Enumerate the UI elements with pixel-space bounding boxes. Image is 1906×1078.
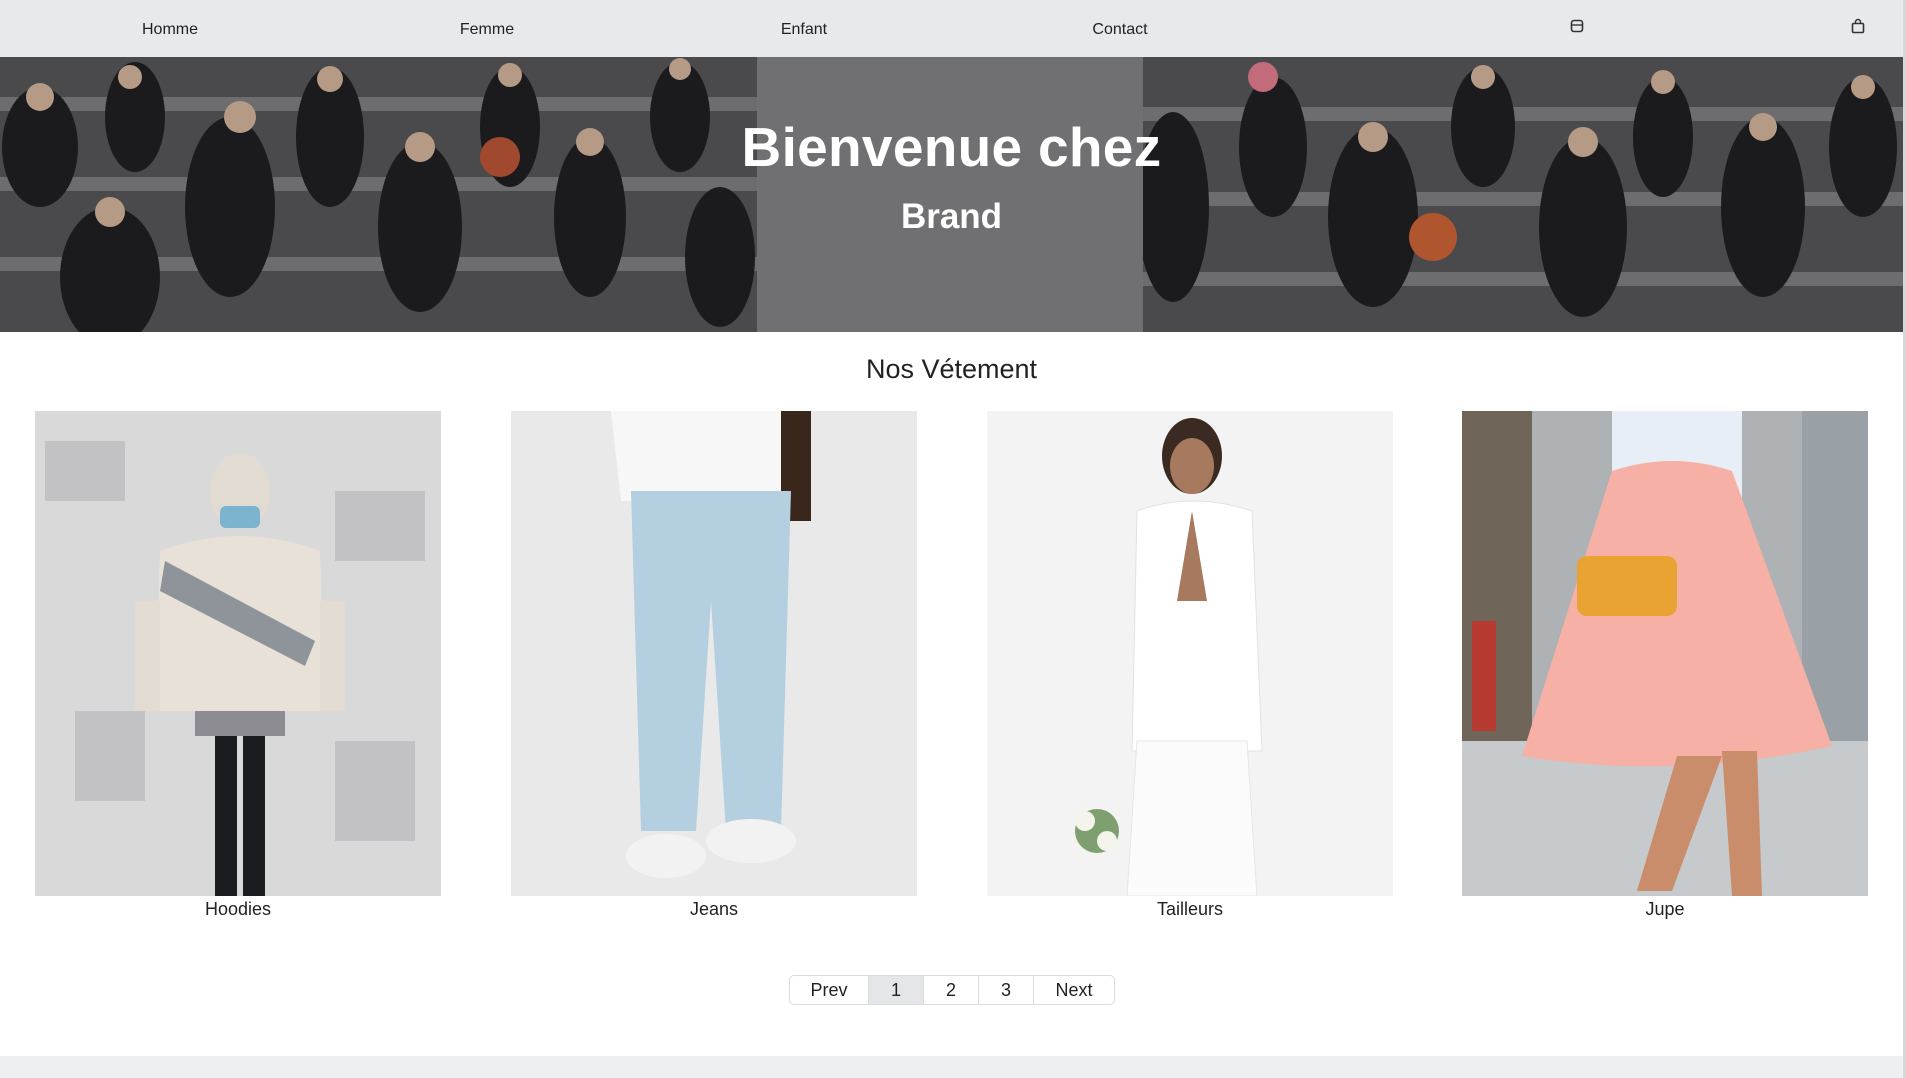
skirt-photo[interactable] [1462, 411, 1868, 896]
product-card-jupe[interactable]: Jupe [1462, 411, 1868, 924]
product-label[interactable]: Hoodies [35, 899, 441, 920]
page-button-2[interactable]: 2 [923, 976, 978, 1004]
hoodie-photo[interactable] [35, 411, 441, 896]
product-card-tailleurs[interactable]: Tailleurs [987, 411, 1393, 924]
product-label[interactable]: Jeans [511, 899, 917, 920]
hero-subtitle: Brand [900, 197, 1003, 236]
hero-overlay [757, 57, 1143, 332]
footer [0, 1056, 1906, 1078]
product-label[interactable]: Jupe [1462, 899, 1868, 920]
shopping-bag-icon[interactable] [1849, 17, 1867, 35]
page-button-1[interactable]: 1 [868, 976, 923, 1004]
page-button-3[interactable]: 3 [978, 976, 1033, 1004]
nav-link-homme[interactable]: Homme [90, 0, 250, 57]
hero-photo-left [0, 57, 757, 332]
hero-banner: Bienvenue chez Brand [0, 57, 1903, 332]
top-navbar: Homme Femme Enfant Contact [0, 0, 1906, 57]
product-card-hoodies[interactable]: Hoodies [35, 411, 441, 924]
product-card-jeans[interactable]: Jeans [511, 411, 917, 924]
pagination: Prev 1 2 3 Next [789, 975, 1115, 1005]
jeans-photo[interactable] [511, 411, 917, 896]
nav-link-enfant[interactable]: Enfant [724, 0, 884, 57]
nav-link-contact[interactable]: Contact [1040, 0, 1200, 57]
section-title: Nos Vétement [865, 354, 1038, 384]
box-icon[interactable] [1568, 17, 1586, 35]
nav-link-femme[interactable]: Femme [407, 0, 567, 57]
hero-photo-right [1143, 57, 1903, 332]
next-page-button[interactable]: Next [1033, 976, 1114, 1004]
hero-title: Bienvenue chez [741, 116, 1162, 178]
suit-photo[interactable] [987, 411, 1393, 896]
prev-page-button[interactable]: Prev [790, 976, 868, 1004]
product-label[interactable]: Tailleurs [987, 899, 1393, 920]
